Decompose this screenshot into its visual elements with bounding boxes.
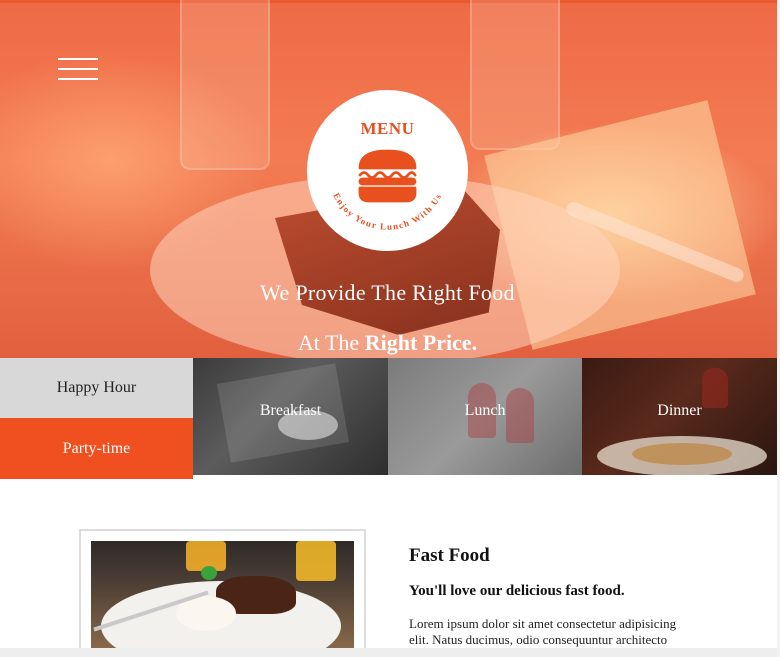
wine-glass-decoration: [506, 388, 534, 443]
hero-subheadline-prefix: At The: [297, 330, 365, 355]
logo-badge[interactable]: MENU Enjoy Your Lunch With Us: [307, 90, 468, 251]
mint-leaf-decoration: [201, 566, 217, 580]
hero-top-border: [0, 0, 780, 3]
juice-glass-decoration: [296, 541, 336, 581]
hero-banner: MENU Enjoy Your Lunch With Us We Provide…: [0, 0, 780, 358]
party-time-label: Party-time: [62, 439, 131, 457]
section-title: Fast Food: [409, 545, 490, 566]
tile-lunch[interactable]: Lunch: [388, 358, 582, 475]
party-time-button[interactable]: Party-time: [0, 418, 193, 479]
section-subtitle: You'll love our delicious fast food.: [409, 583, 625, 599]
section-body: Lorem ipsum dolor sit amet consectetur a…: [409, 616, 677, 647]
hero-headline: We Provide The Right Food: [260, 280, 515, 305]
hero-subheadline: At The Right Price.: [0, 330, 775, 356]
burger-icon: [358, 149, 417, 203]
happy-hour-button[interactable]: Happy Hour: [0, 358, 193, 418]
food-photo: [91, 541, 354, 651]
horizontal-scrollbar[interactable]: [0, 648, 780, 657]
dinner-food-decoration: [632, 443, 732, 465]
hero-subheadline-emphasis: Right Price.: [364, 330, 478, 355]
tile-breakfast-label: Breakfast: [259, 401, 322, 419]
food-image-card: [79, 529, 366, 657]
tile-dinner-label: Dinner: [657, 401, 702, 419]
logo-title: MENU: [361, 119, 415, 138]
hamburger-menu-icon[interactable]: [58, 58, 98, 80]
happy-hour-label: Happy Hour: [56, 379, 137, 396]
glass-decoration: [180, 0, 270, 170]
tile-breakfast[interactable]: Breakfast: [193, 358, 388, 475]
wine-glass-decoration: [702, 368, 728, 408]
tile-dinner[interactable]: Dinner: [582, 358, 777, 475]
glass-decoration: [470, 0, 560, 150]
logo-artwork: MENU Enjoy Your Lunch With Us: [331, 119, 442, 232]
tile-lunch-label: Lunch: [464, 401, 506, 419]
